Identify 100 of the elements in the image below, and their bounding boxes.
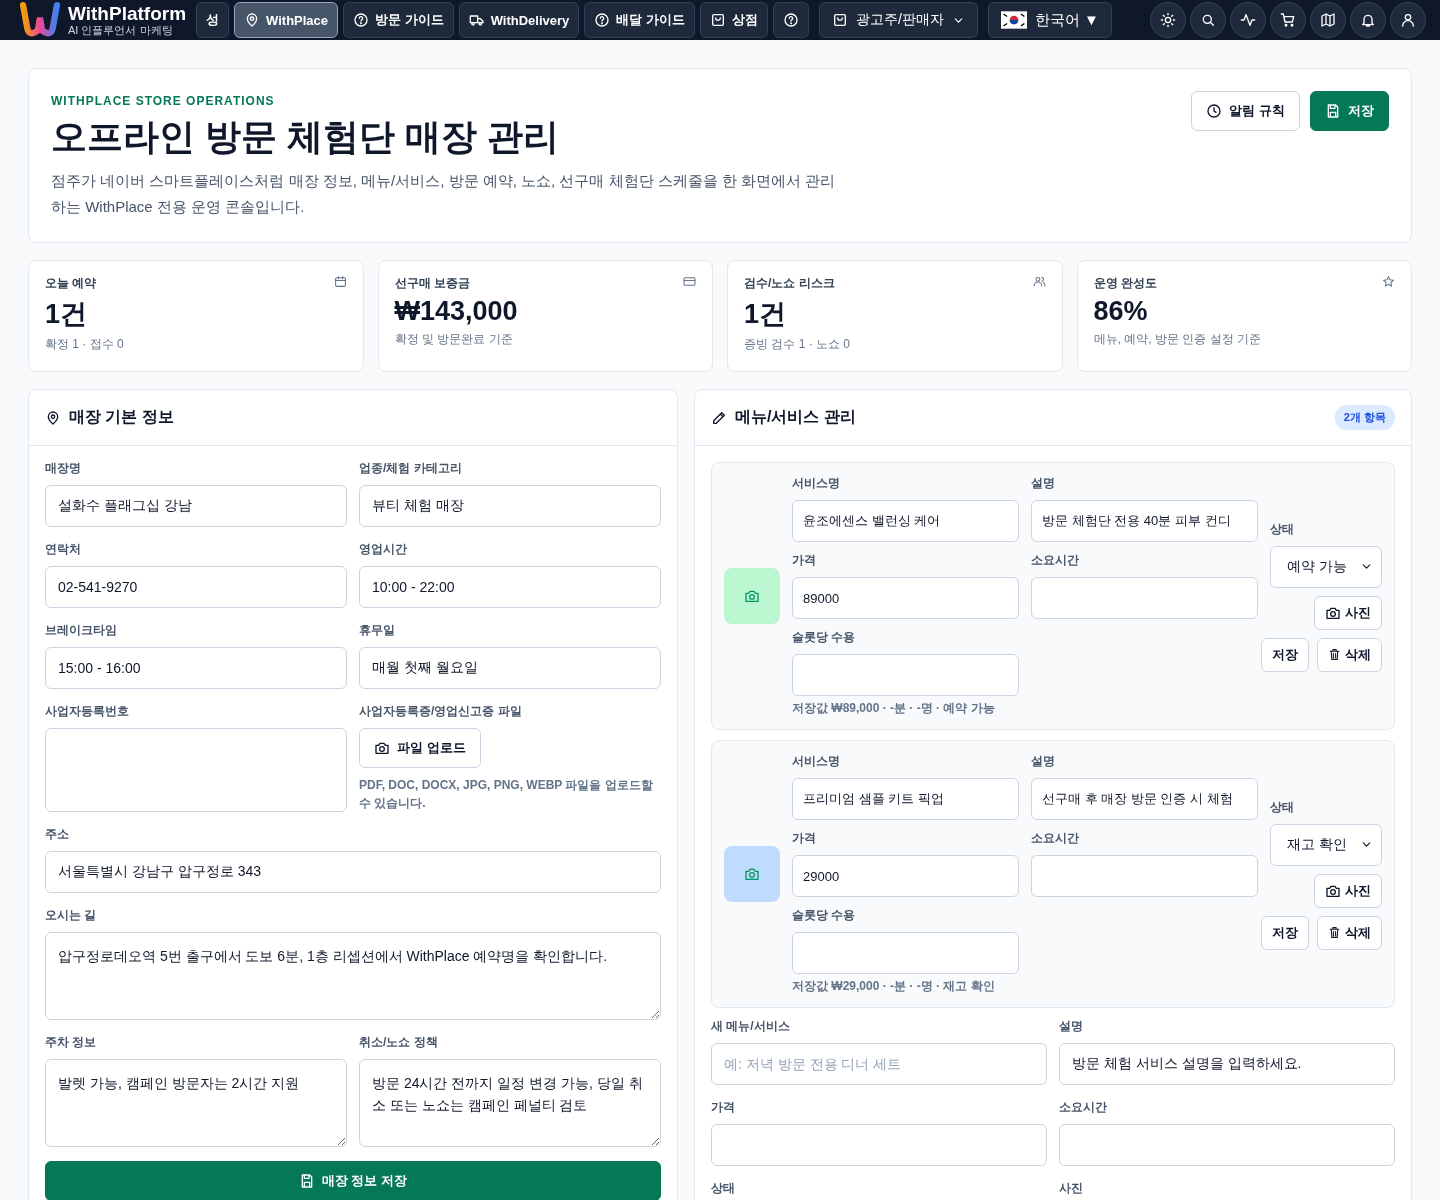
stat-note: 확정 및 방문완료 기준 [394, 331, 514, 348]
trash-icon [1328, 926, 1341, 939]
input-field[interactable] [1031, 577, 1258, 619]
input-field[interactable]: 예: 저녁 방문 전용 디너 세트 [711, 1043, 1047, 1085]
input-field[interactable]: 29000 [792, 855, 1019, 897]
stat-value: ₩143,000 [394, 296, 519, 327]
input-field[interactable] [45, 728, 347, 812]
card-icon [683, 275, 696, 288]
pencil-icon [711, 409, 727, 426]
input-field[interactable] [711, 1124, 1047, 1166]
save-button[interactable]: 저장 [1310, 91, 1389, 131]
input-field[interactable] [1059, 1124, 1395, 1166]
save-store-button[interactable]: 매장 정보 저장 [45, 1161, 661, 1200]
delete-button[interactable]: 삭제 [1317, 637, 1382, 672]
search-button[interactable] [1190, 2, 1226, 38]
field-label: 소요시간 [1031, 552, 1080, 569]
nav-tab[interactable]: WithDelivery [458, 2, 580, 38]
nav-tab[interactable]: 성 [196, 2, 230, 38]
language-dropdown[interactable]: 한국어 ▼ [987, 2, 1112, 38]
input-field[interactable]: 서울특별시 강남구 압구정로 343 [45, 851, 661, 893]
input-field[interactable]: 윤조에센스 밸런싱 케어 [792, 500, 1019, 542]
users-icon [1032, 275, 1046, 288]
stat-label: 선구매 보증금 [394, 275, 470, 292]
stat-label: 운영 완성도 [1093, 275, 1157, 292]
text-area[interactable]: 발렛 가능, 캠페인 방문자는 2시간 지원 [45, 1059, 347, 1147]
pin-icon [45, 409, 61, 426]
delete-button[interactable]: 삭제 [1317, 915, 1382, 950]
input-field[interactable]: 뷰티 체험 매장 [359, 485, 661, 527]
text-area[interactable]: 압구정로데오역 5번 출구에서 도보 6분, 1층 리셉션에서 WithPlace 예약명을 확인합니다. [45, 932, 661, 1020]
pulse-icon [1240, 12, 1256, 28]
field-label: 가격 [792, 552, 817, 569]
bag-icon [831, 12, 848, 28]
status-select[interactable]: 재고 확인 [1270, 823, 1382, 866]
field-label: 주소 [45, 826, 70, 843]
cart-button[interactable] [1270, 2, 1306, 38]
field-label: 서비스명 [792, 753, 841, 770]
help-icon [594, 12, 611, 28]
field-label: 브레이크타임 [45, 622, 118, 639]
photo-button[interactable]: 사진 [1314, 595, 1382, 630]
status-select[interactable]: 예약 가능 [1270, 545, 1382, 588]
pulse-button[interactable] [1230, 2, 1266, 38]
nav-tab[interactable]: WithPlace [234, 2, 339, 38]
user-icon [1400, 12, 1416, 28]
field-label: 오시는 길 [45, 907, 98, 924]
stat-label: 검수/노쇼 리스크 [744, 275, 835, 292]
input-field[interactable]: 02-541-9270 [45, 566, 347, 608]
photo-button[interactable]: 사진 [1314, 873, 1382, 908]
upload-hint: PDF, DOC, DOCX, JPG, PNG, WEBP 파일을 업로드할 수 있습니다. [359, 777, 654, 812]
input-field[interactable] [792, 932, 1019, 974]
input-field[interactable]: 선구매 후 매장 방문 인증 시 체험 [1031, 778, 1258, 820]
alert-rules-button[interactable]: 알림 규칙 [1191, 91, 1300, 131]
help-icon [353, 12, 370, 28]
role-dropdown[interactable]: 광고주/판매자 [818, 2, 978, 38]
logo-icon [18, 1, 62, 39]
map-button[interactable] [1310, 2, 1346, 38]
field-label: 새 메뉴/서비스 [711, 1018, 791, 1035]
camera-icon [744, 588, 760, 604]
saved-summary: 저장값 ₩89,000 · -분 · -명 · 예약 가능 [792, 700, 996, 717]
brand-name: WithPlatform [68, 3, 187, 25]
input-field[interactable]: 매월 첫째 월요일 [359, 647, 661, 689]
field-label: 설명 [1031, 753, 1056, 770]
stat-note: 확정 1 · 접수 0 [45, 336, 125, 353]
notification-button[interactable] [1350, 2, 1386, 38]
nav-tab[interactable]: 배달 가이드 [584, 2, 695, 38]
field-label: 상태 [711, 1180, 736, 1197]
nav-tab[interactable] [772, 2, 809, 38]
save-icon [1325, 103, 1341, 119]
input-field[interactable] [1031, 855, 1258, 897]
field-label: 사업자등록증/영업신고증 파일 [359, 703, 523, 720]
search-icon [1200, 12, 1216, 28]
flag-icon [1000, 11, 1027, 29]
field-label: 연락처 [45, 541, 82, 558]
input-field[interactable]: 15:00 - 16:00 [45, 647, 347, 689]
input-field[interactable]: 89000 [792, 577, 1019, 619]
save-button[interactable]: 저장 [1261, 637, 1309, 672]
input-field[interactable] [792, 654, 1019, 696]
page-description: 점주가 네이버 스마트플레이스처럼 매장 정보, 메뉴/서비스, 방문 예약, 노쇼, 선구매 체험단 스케줄을 한 화면에서 관리하는 WithPlace 전용 운영 콘솔입니다. [51, 171, 837, 217]
file-upload-button[interactable]: 파일 업로드 [359, 728, 481, 768]
stat-note: 증빙 검수 1 · 노쇼 0 [744, 336, 851, 353]
user-button[interactable] [1390, 2, 1426, 38]
eyebrow-label: WITHPLACE STORE OPERATIONS [51, 94, 275, 108]
trash-icon [1328, 648, 1341, 661]
field-label: 업종/체험 카테고리 [359, 460, 463, 477]
input-field[interactable]: 10:00 - 22:00 [359, 566, 661, 608]
help-icon [782, 12, 799, 28]
field-label: 상태 [1270, 520, 1294, 538]
field-label: 설명 [1059, 1018, 1084, 1035]
save-button[interactable]: 저장 [1261, 915, 1309, 950]
text-area[interactable]: 방문 24시간 전까지 일정 변경 가능, 당일 취소 또는 노쇼는 캠페인 페널티 검토 [359, 1059, 661, 1147]
field-label: 사업자등록번호 [45, 703, 130, 720]
field-label: 취소/노쇼 정책 [359, 1034, 439, 1051]
theme-button[interactable] [1150, 2, 1186, 38]
input-field[interactable]: 프리미엄 샘플 키트 픽업 [792, 778, 1019, 820]
nav-tab[interactable]: 상점 [699, 2, 768, 38]
input-field[interactable]: 방문 체험단 전용 40분 피부 컨디 [1031, 500, 1258, 542]
camera-icon [374, 740, 390, 756]
input-field[interactable]: 방문 체험 서비스 설명을 입력하세요. [1059, 1043, 1395, 1085]
nav-tab[interactable]: 방문 가이드 [343, 2, 454, 38]
field-label: 서비스명 [792, 475, 841, 492]
input-field[interactable]: 설화수 플래그십 강남 [45, 485, 347, 527]
